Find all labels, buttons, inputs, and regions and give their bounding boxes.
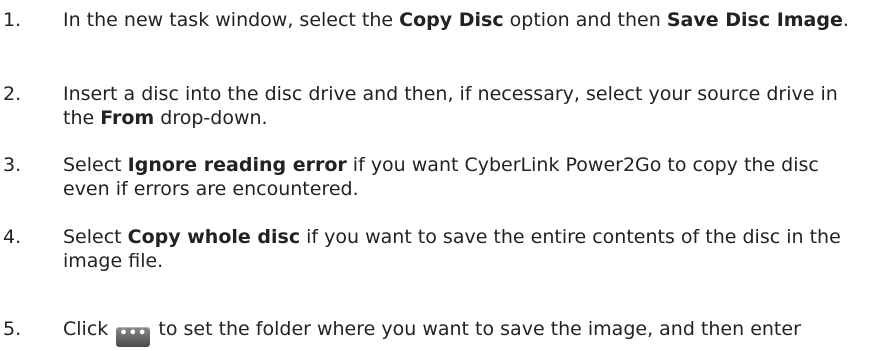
step-number: 4. xyxy=(3,226,22,248)
ellipsis-button-icon: ••• xyxy=(116,327,151,347)
step-text: Select Ignore reading error if you want … xyxy=(63,154,819,200)
step-number: 5. xyxy=(3,318,22,340)
step-text: In the new task window, select the Copy … xyxy=(63,9,849,31)
step-number: 3. xyxy=(3,154,22,176)
ui-term-copy-disc: Copy Disc xyxy=(399,9,504,31)
step-text: Click ••• to set the folder where you wa… xyxy=(63,317,863,347)
ui-term-save-disc-image: Save Disc Image xyxy=(666,9,843,31)
ui-term-from: From xyxy=(100,107,155,129)
step-number: 2. xyxy=(3,83,22,105)
ui-term-ignore-reading-error: Ignore reading error xyxy=(127,154,347,176)
step-text: Select Copy whole disc if you want to sa… xyxy=(63,226,841,272)
step-text: Insert a disc into the disc drive and th… xyxy=(63,83,838,129)
step-number: 1. xyxy=(3,9,22,31)
ui-term-copy-whole-disc: Copy whole disc xyxy=(127,226,301,248)
